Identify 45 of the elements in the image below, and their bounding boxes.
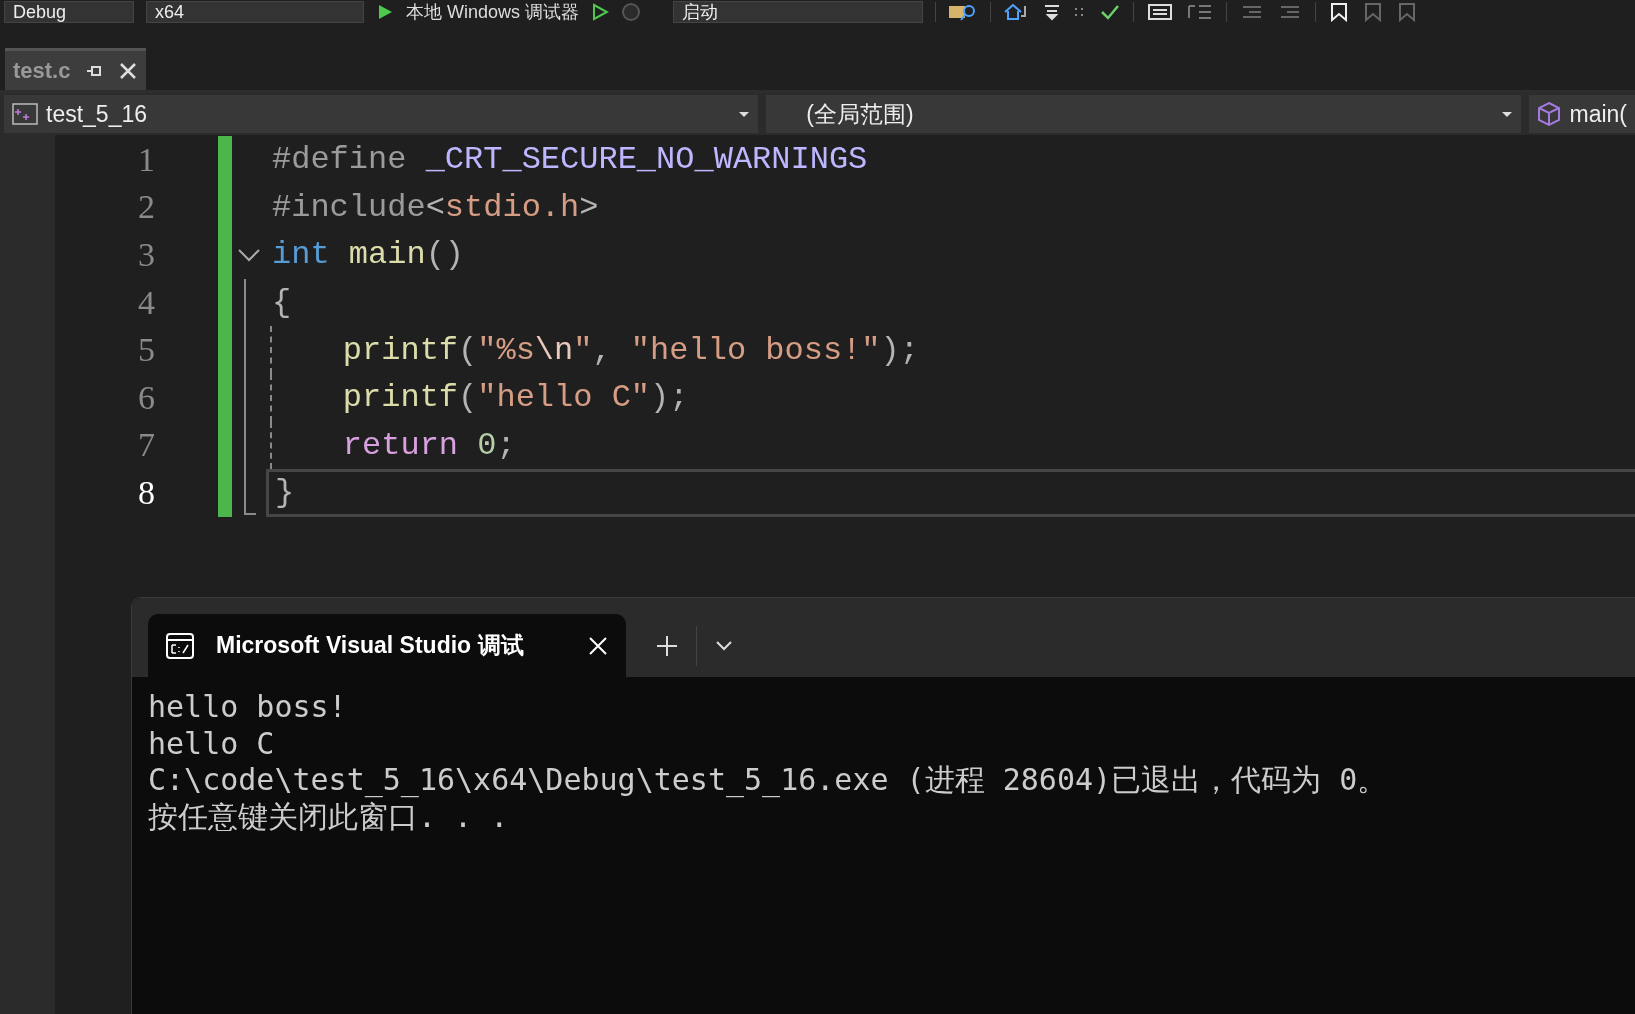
caret-icon bbox=[738, 110, 751, 118]
close-icon[interactable] bbox=[118, 60, 139, 81]
comment-icon[interactable] bbox=[1146, 2, 1175, 22]
line-number: 8 bbox=[137, 473, 155, 512]
line-number: 4 bbox=[137, 283, 155, 322]
cube-icon bbox=[1537, 101, 1562, 127]
change-bar bbox=[218, 469, 232, 517]
line-number: 5 bbox=[137, 331, 155, 370]
project-icon bbox=[12, 103, 38, 125]
console-output-line: hello boss! bbox=[148, 689, 348, 726]
chevron-down-icon[interactable] bbox=[715, 639, 733, 652]
document-tab[interactable]: test.c bbox=[5, 48, 147, 90]
change-bar bbox=[218, 136, 232, 184]
scope-dropdown[interactable]: (全局范围) bbox=[766, 95, 1522, 133]
console-output-line: 按任意键关闭此窗口. . . bbox=[148, 798, 510, 835]
console-output-line: C:\code\test_5_16\x64\Debug\test_5_16.exe (进程 28604)已退出，代码为 0。 bbox=[148, 762, 1389, 799]
caret-icon bbox=[1501, 110, 1514, 118]
code-line: return 0; bbox=[342, 425, 517, 466]
code-line: #include<stdio.h> bbox=[271, 187, 600, 228]
chevron-down-icon[interactable] bbox=[238, 248, 260, 262]
console-output-line: hello C bbox=[148, 725, 276, 762]
play-icon[interactable] bbox=[376, 3, 394, 21]
line-number: 3 bbox=[137, 236, 155, 274]
code-line: printf("hello C"); bbox=[342, 378, 690, 419]
code-line: } bbox=[266, 469, 1635, 517]
code-line: printf("%s\n", "hello boss!"); bbox=[342, 330, 920, 371]
close-icon[interactable] bbox=[588, 635, 608, 656]
play-outline-icon[interactable] bbox=[591, 3, 610, 21]
line-number: 1 bbox=[137, 140, 155, 179]
project-dropdown[interactable]: test_5_16 bbox=[4, 95, 759, 133]
startup-dropdown[interactable]: 启动 bbox=[673, 1, 924, 23]
plus-icon[interactable] bbox=[656, 634, 678, 657]
member-dropdown[interactable]: main( bbox=[1529, 95, 1635, 133]
configuration-dropdown[interactable]: Debug bbox=[4, 1, 134, 23]
filter-icon[interactable] bbox=[1043, 2, 1062, 22]
platform-dropdown[interactable]: x64 bbox=[146, 1, 364, 23]
console-icon bbox=[166, 632, 194, 659]
code-line: { bbox=[271, 283, 293, 324]
code-line: int main() bbox=[271, 235, 466, 276]
terminal-tab[interactable]: Microsoft Visual Studio 调试 bbox=[148, 614, 626, 677]
code-line: #define _CRT_SECURE_NO_WARNINGS bbox=[271, 140, 869, 181]
line-number: 6 bbox=[137, 378, 155, 417]
debugger-button[interactable]: 本地 Windows 调试器 bbox=[406, 0, 580, 24]
line-number: 7 bbox=[137, 426, 155, 465]
line-number: 2 bbox=[137, 188, 155, 227]
